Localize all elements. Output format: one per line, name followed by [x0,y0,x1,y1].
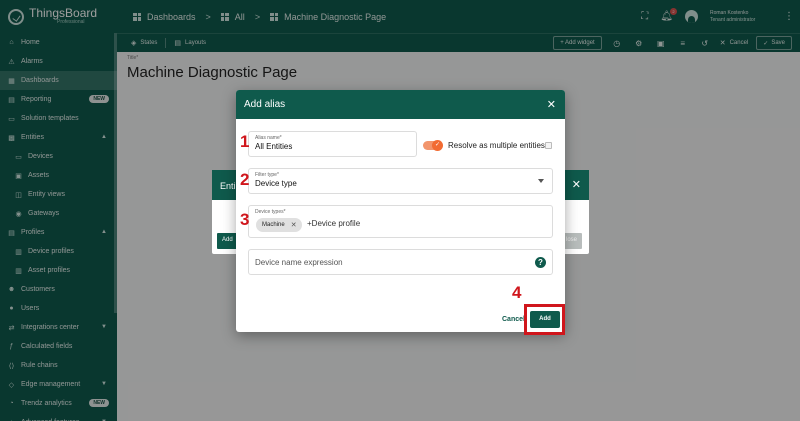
resolve-multiple-toggle[interactable]: ✓ [423,140,443,151]
annotation-number-4: 4 [512,283,522,302]
resolve-multiple-label: Resolve as multiple entities [448,141,545,150]
alias-name-field[interactable]: Alias name* All Entities [248,131,417,157]
entity-aliases-title: Enti [220,181,236,191]
filter-type-select[interactable]: Filter type* Device type [248,168,553,194]
device-types-label: Device types* [255,209,286,215]
alias-name-label: Alias name* [255,135,282,141]
add-button[interactable]: Add [530,311,560,328]
close-icon[interactable]: ✕ [572,178,581,191]
annotation-number-1: 1 [240,132,250,151]
filter-type-label: Filter type* [255,172,279,178]
annotation-number-3: 3 [240,210,250,229]
add-alias-header: Add alias ✕ [236,90,565,119]
help-icon[interactable]: ? [535,257,546,268]
device-profile-input[interactable]: +Device profile [307,219,360,228]
filter-type-value: Device type [255,179,297,188]
chip-label: Machine [262,222,285,228]
annotation-number-2: 2 [240,170,250,189]
device-name-expression-placeholder: Device name expression [255,258,343,267]
device-types-field[interactable]: Device types* Machine ✕ +Device profile [248,205,553,238]
cancel-button[interactable]: Cancel [502,316,525,323]
dropdown-arrow-icon [538,179,544,183]
chip-remove-icon[interactable]: ✕ [291,221,297,229]
check-icon: ✓ [432,140,443,151]
resolve-multiple-checkbox[interactable] [545,142,552,149]
alias-name-value: All Entities [255,142,293,151]
dialog-title: Add alias [244,99,286,110]
device-name-expression-field[interactable]: Device name expression ? [248,249,553,275]
close-icon[interactable]: ✕ [547,98,556,111]
device-type-chip: Machine ✕ [256,218,302,232]
